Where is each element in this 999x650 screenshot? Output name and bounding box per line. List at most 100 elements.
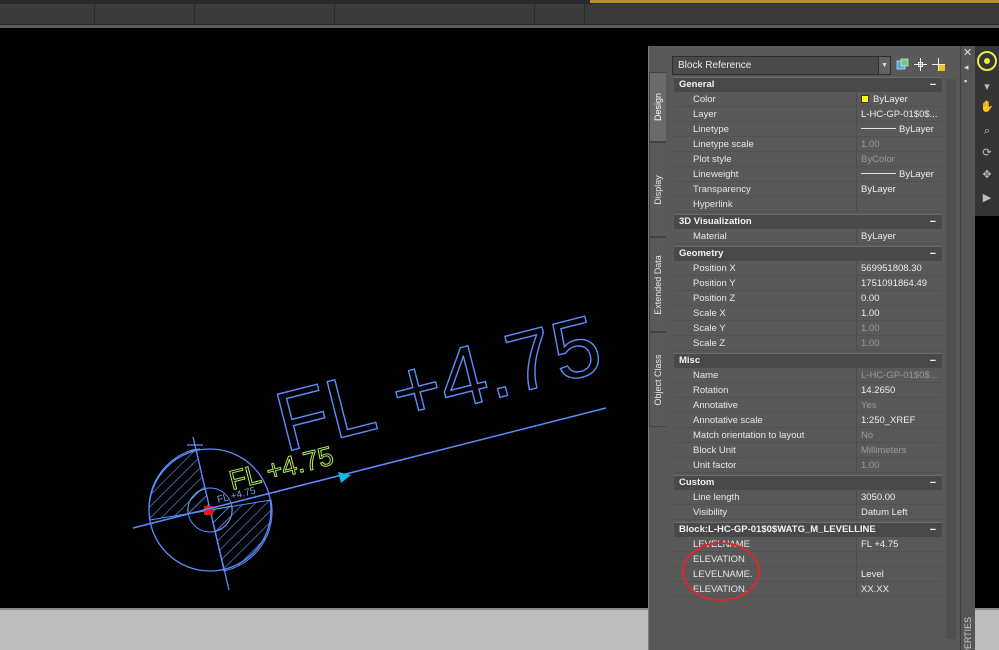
steering-wheel-menu-icon[interactable]: ▾	[979, 80, 995, 94]
property-row[interactable]: Line length 3050.00	[674, 490, 942, 505]
property-row[interactable]: Plot style ByColor	[674, 152, 942, 167]
property-row[interactable]: Color ByLayer	[674, 92, 942, 107]
property-row[interactable]: Annotative scale 1:250_XREF	[674, 413, 942, 428]
property-row[interactable]: Linetype scale 1.00	[674, 137, 942, 152]
quick-select-icon[interactable]	[913, 58, 928, 73]
pan-icon[interactable]: ✋	[979, 100, 995, 114]
property-row[interactable]: Position X 569951808.30	[674, 261, 942, 276]
property-row[interactable]: Annotative Yes	[674, 398, 942, 413]
property-value-text: 1.00	[861, 139, 880, 150]
property-value[interactable]	[857, 552, 942, 566]
property-value[interactable]: 1.00	[857, 458, 942, 472]
property-scrollbar[interactable]	[946, 79, 956, 639]
property-value[interactable]: ByColor	[857, 152, 942, 166]
zoom-extents-icon[interactable]: ✥	[979, 168, 995, 182]
file-tab[interactable]	[95, 4, 195, 25]
property-value[interactable]: Yes	[857, 398, 942, 412]
property-value[interactable]: 0.00	[857, 291, 942, 305]
property-value[interactable]: XX.XX	[857, 582, 942, 596]
orbit-icon[interactable]: ⟳	[979, 146, 995, 160]
collapse-icon[interactable]: −	[930, 78, 936, 92]
zoom-icon[interactable]: ⌕	[979, 124, 995, 138]
property-value[interactable]	[857, 197, 942, 211]
property-value-text: 0.00	[861, 293, 880, 304]
section-header[interactable]: Block:L-HC-GP-01$0$WATG_M_LEVELLINE −	[674, 522, 942, 537]
property-label: Position Z	[674, 291, 857, 305]
property-value[interactable]: 14.2650	[857, 383, 942, 397]
property-row[interactable]: Unit factor 1.00	[674, 458, 942, 473]
file-tab[interactable]	[0, 4, 95, 25]
property-row[interactable]: Rotation 14.2650	[674, 383, 942, 398]
property-value[interactable]: No	[857, 428, 942, 442]
property-value[interactable]: 1751091864.49	[857, 276, 942, 290]
collapse-icon[interactable]: −	[930, 247, 936, 261]
property-value[interactable]: ByLayer	[857, 182, 942, 196]
collapse-icon[interactable]: −	[930, 523, 936, 537]
property-value[interactable]: 1.00	[857, 321, 942, 335]
property-value[interactable]: Datum Left	[857, 505, 942, 519]
property-label: Line length	[674, 490, 857, 504]
property-row[interactable]: Lineweight ByLayer	[674, 167, 942, 182]
property-row[interactable]: Visibility Datum Left	[674, 505, 942, 520]
tab-design[interactable]: Design	[649, 72, 666, 142]
property-row[interactable]: Material ByLayer	[674, 229, 942, 244]
property-value[interactable]: 1.00	[857, 137, 942, 151]
property-label: Rotation	[674, 383, 857, 397]
section-header[interactable]: Custom −	[674, 475, 942, 490]
pickadd-toggle-icon[interactable]	[931, 58, 946, 73]
property-row[interactable]: Linetype ByLayer	[674, 122, 942, 137]
section-header[interactable]: Misc −	[674, 353, 942, 368]
property-value[interactable]: Millimeters	[857, 443, 942, 457]
property-value[interactable]: Level	[857, 567, 942, 581]
navigation-bar: ▾ ✋ ⌕ ⟳ ✥ ▶	[975, 46, 999, 216]
property-value[interactable]: 3050.00	[857, 490, 942, 504]
property-label: Block Unit	[674, 443, 857, 457]
select-objects-icon[interactable]	[895, 58, 910, 73]
collapse-icon[interactable]: −	[930, 215, 936, 229]
property-value[interactable]: L-HC-GP-01$0$...	[857, 368, 942, 382]
property-value[interactable]: ByLayer	[857, 92, 942, 106]
section-header[interactable]: 3D Visualization −	[674, 214, 942, 229]
tab-display[interactable]: Display	[649, 142, 666, 237]
property-label: Position Y	[674, 276, 857, 290]
property-value[interactable]: 1:250_XREF	[857, 413, 942, 427]
section-header[interactable]: Geometry −	[674, 246, 942, 261]
property-value[interactable]: 569951808.30	[857, 261, 942, 275]
property-row[interactable]: Hyperlink	[674, 197, 942, 212]
property-value-text: No	[861, 430, 874, 441]
property-row[interactable]: Name L-HC-GP-01$0$...	[674, 368, 942, 383]
tab-extended-data[interactable]: Extended Data	[649, 237, 666, 332]
section-header[interactable]: General −	[674, 77, 942, 92]
property-row[interactable]: Match orientation to layout No	[674, 428, 942, 443]
property-row[interactable]: Layer L-HC-GP-01$0$...	[674, 107, 942, 122]
property-row[interactable]: Scale X 1.00	[674, 306, 942, 321]
showmotion-icon[interactable]: ▶	[979, 191, 995, 205]
property-value[interactable]: L-HC-GP-01$0$...	[857, 107, 942, 121]
property-row[interactable]: Scale Z 1.00	[674, 336, 942, 351]
file-tab[interactable]	[195, 4, 335, 25]
property-value[interactable]: ByLayer	[857, 167, 942, 181]
steering-wheel-icon[interactable]	[975, 48, 999, 76]
auto-hide-icon[interactable]: ◂	[964, 62, 969, 73]
property-row[interactable]: Transparency ByLayer	[674, 182, 942, 197]
property-value[interactable]: ByLayer	[857, 229, 942, 243]
property-row[interactable]: Position Y 1751091864.49	[674, 276, 942, 291]
property-value[interactable]: 1.00	[857, 336, 942, 350]
file-tab[interactable]	[535, 4, 585, 25]
chevron-down-icon[interactable]: ▼	[878, 57, 890, 74]
property-row[interactable]: Block Unit Millimeters	[674, 443, 942, 458]
property-label: Color	[674, 92, 857, 106]
property-row[interactable]: Position Z 0.00	[674, 291, 942, 306]
close-icon[interactable]: ✕	[963, 48, 972, 59]
file-tab[interactable]	[335, 4, 535, 25]
collapse-icon[interactable]: −	[930, 354, 936, 368]
object-type-select[interactable]: Block Reference ▼	[672, 56, 891, 75]
tab-object-class[interactable]: Object Class	[649, 332, 666, 427]
collapse-icon[interactable]: −	[930, 476, 936, 490]
property-row[interactable]: Scale Y 1.00	[674, 321, 942, 336]
property-value[interactable]: FL +4.75	[857, 537, 942, 551]
property-value[interactable]: 1.00	[857, 306, 942, 320]
properties-menu-icon[interactable]: ▪	[964, 76, 967, 86]
property-value-text: XX.XX	[861, 584, 889, 595]
property-value[interactable]: ByLayer	[857, 122, 942, 136]
